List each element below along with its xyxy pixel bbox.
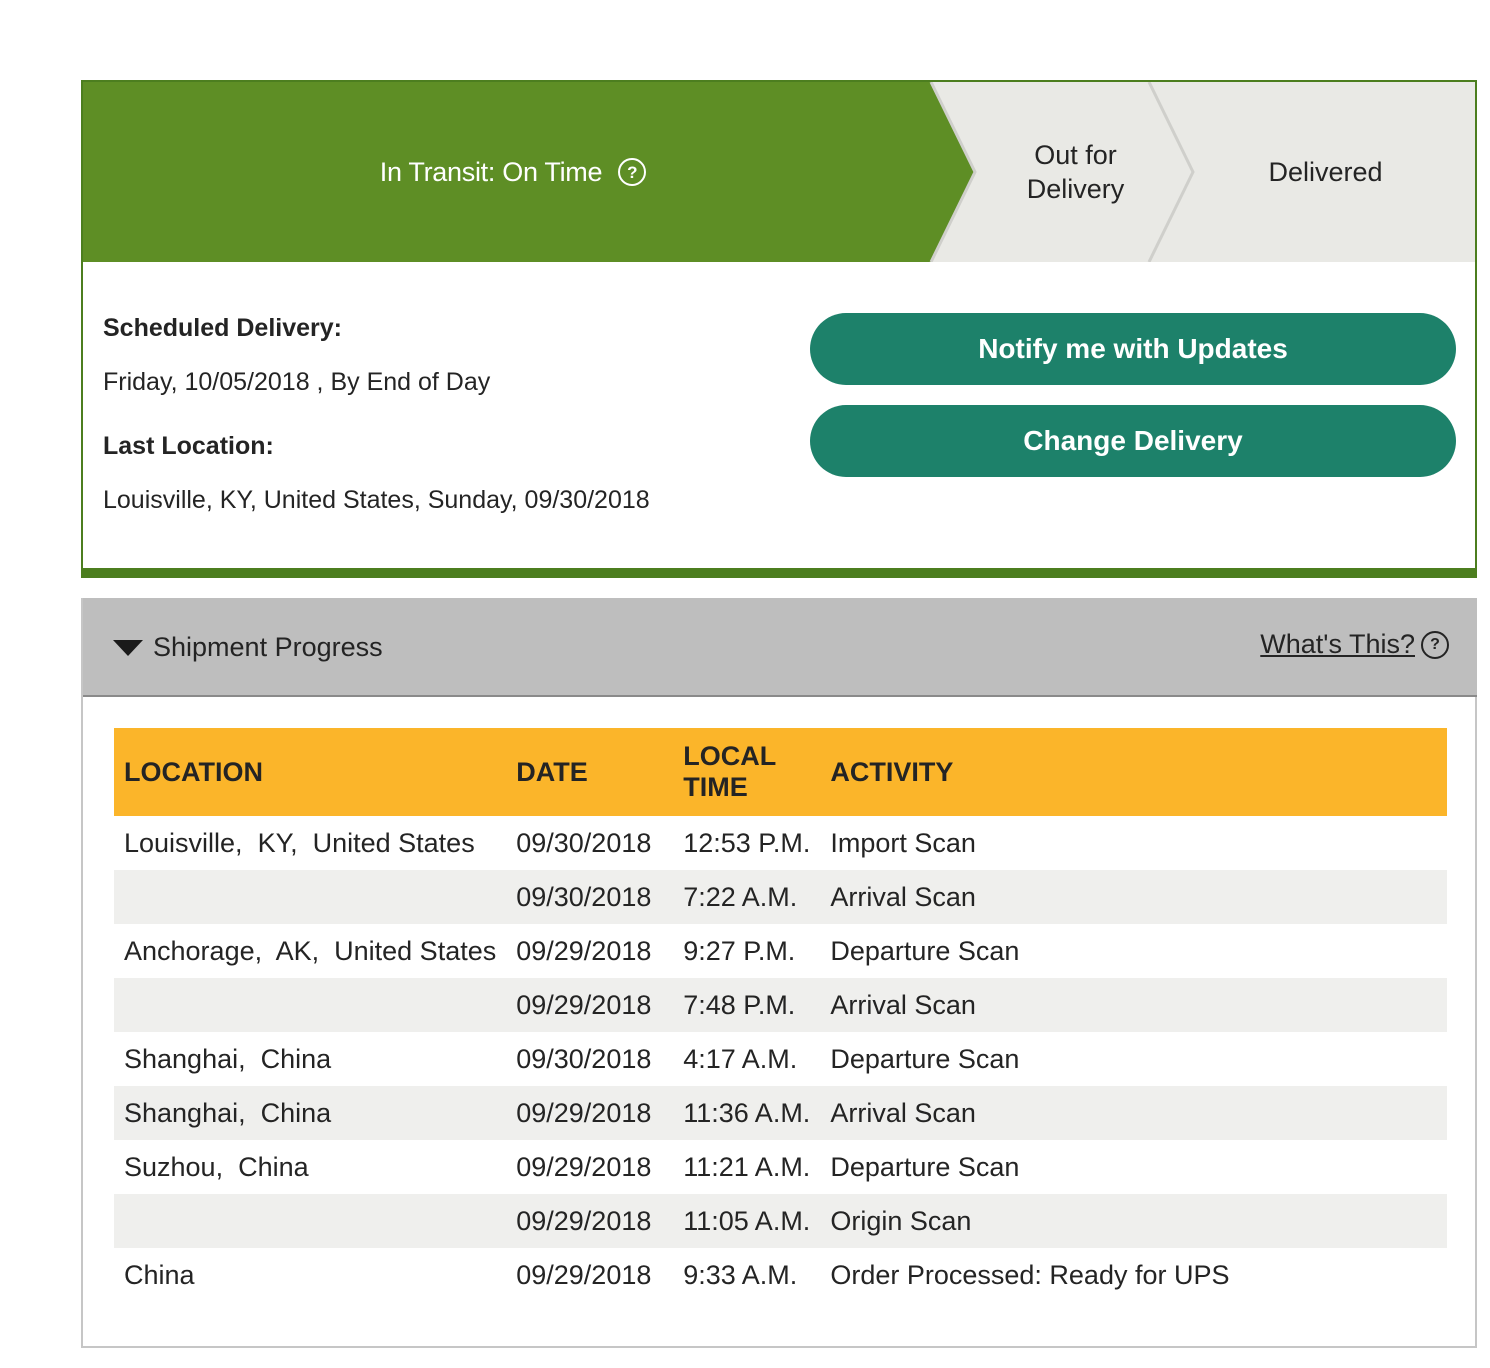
column-header-activity: ACTIVITY — [830, 756, 954, 787]
cell-date: 09/30/2018 — [516, 881, 652, 912]
last-location-value: Louisville, KY, United States, Sunday, 0… — [103, 486, 650, 514]
step-in-transit-label: In Transit: On Time — [379, 156, 603, 187]
shipment-activity-table: LOCATION DATE LOCAL TIME ACTIVITY Louisv… — [114, 728, 1447, 1302]
table-row: China 09/29/2018 9:33 A.M. Order Process… — [114, 1248, 1447, 1302]
cell-time: 11:05 A.M. — [683, 1205, 811, 1236]
column-header-date: DATE — [516, 756, 588, 787]
delivery-progress-bar: In Transit: On Time ? Out for Delivery D… — [83, 82, 1475, 262]
help-icon[interactable]: ? — [618, 158, 647, 186]
cell-activity: Departure Scan — [830, 935, 1020, 966]
cell-time: 7:48 P.M. — [683, 989, 796, 1020]
cell-activity: Origin Scan — [830, 1205, 972, 1236]
shipment-progress-title[interactable]: Shipment Progress — [153, 632, 383, 663]
table-row: Shanghai, China 09/29/2018 11:36 A.M. Ar… — [114, 1086, 1447, 1140]
cell-date: 09/29/2018 — [516, 1151, 652, 1182]
table-row: Louisville, KY, United States 09/30/2018… — [114, 816, 1447, 870]
step-out-for-delivery: Out for Delivery — [973, 82, 1178, 262]
whats-this-link[interactable]: What's This? — [1260, 629, 1415, 660]
cell-date: 09/29/2018 — [516, 1259, 652, 1290]
table-row: 09/29/2018 7:48 P.M. Arrival Scan — [114, 978, 1447, 1032]
cell-time: 9:33 A.M. — [683, 1259, 798, 1290]
scheduled-delivery-label: Scheduled Delivery: — [103, 314, 342, 342]
shipment-progress-panel: Shipment Progress What's This? ? LOCATIO… — [81, 598, 1477, 1348]
cell-location — [114, 978, 506, 1032]
cell-activity: Order Processed: Ready for UPS — [830, 1259, 1230, 1290]
column-header-local-time-line2: TIME — [683, 772, 748, 802]
cell-time: 4:17 A.M. — [683, 1043, 798, 1074]
help-icon[interactable]: ? — [1421, 630, 1449, 659]
column-header-local-time-line1: LOCAL — [683, 741, 777, 771]
cell-date: 09/30/2018 — [516, 827, 652, 858]
last-location-label: Last Location: — [103, 432, 274, 460]
change-delivery-button[interactable]: Change Delivery — [810, 405, 1456, 477]
cell-activity: Import Scan — [830, 827, 976, 858]
table-row: Shanghai, China 09/30/2018 4:17 A.M. Dep… — [114, 1032, 1447, 1086]
cell-date: 09/29/2018 — [516, 935, 652, 966]
shipment-progress-header[interactable]: Shipment Progress What's This? ? — [83, 598, 1477, 697]
cell-activity: Arrival Scan — [830, 989, 976, 1020]
cell-location: Shanghai, China — [124, 1097, 332, 1128]
cell-time: 7:22 A.M. — [683, 881, 798, 912]
table-row: 09/29/2018 11:05 A.M. Origin Scan — [114, 1194, 1447, 1248]
table-row: 09/30/2018 7:22 A.M. Arrival Scan — [114, 870, 1447, 924]
cell-activity: Arrival Scan — [830, 1097, 976, 1128]
cell-activity: Departure Scan — [830, 1151, 1020, 1182]
step-delivered: Delivered — [1218, 82, 1433, 262]
table-row: Anchorage, AK, United States 09/29/2018 … — [114, 924, 1447, 978]
cell-time: 9:27 P.M. — [683, 935, 796, 966]
scheduled-delivery-value: Friday, 10/05/2018 , By End of Day — [103, 368, 491, 396]
cell-date: 09/29/2018 — [516, 989, 652, 1020]
cell-activity: Arrival Scan — [830, 881, 976, 912]
cell-time: 11:21 A.M. — [683, 1151, 811, 1182]
cell-date: 09/29/2018 — [516, 1205, 652, 1236]
step-delivered-label: Delivered — [1268, 157, 1383, 187]
cell-location: Suzhou, China — [124, 1151, 309, 1182]
tracking-status-card: In Transit: On Time ? Out for Delivery D… — [81, 80, 1477, 578]
notify-updates-button[interactable]: Notify me with Updates — [810, 313, 1456, 385]
table-row: Suzhou, China 09/29/2018 11:21 A.M. Depa… — [114, 1140, 1447, 1194]
step-out-for-delivery-line1: Out for — [1034, 140, 1117, 170]
step-out-for-delivery-line2: Delivery — [1026, 174, 1125, 204]
column-header-location: LOCATION — [124, 756, 263, 787]
cell-time: 12:53 P.M. — [683, 827, 811, 858]
cell-location: Shanghai, China — [124, 1043, 332, 1074]
step-in-transit: In Transit: On Time ? — [83, 82, 943, 262]
whats-this[interactable]: What's This? ? — [1260, 629, 1449, 660]
cell-location: China — [124, 1259, 195, 1290]
table-header-row: LOCATION DATE LOCAL TIME ACTIVITY — [114, 728, 1447, 816]
cell-time: 11:36 A.M. — [683, 1097, 811, 1128]
cell-activity: Departure Scan — [830, 1043, 1020, 1074]
cell-location: Louisville, KY, United States — [124, 827, 475, 858]
cell-date: 09/30/2018 — [516, 1043, 652, 1074]
column-header-local-time: LOCAL TIME — [673, 728, 820, 816]
cell-location: Anchorage, AK, United States — [124, 935, 497, 966]
cell-date: 09/29/2018 — [516, 1097, 652, 1128]
cell-location — [114, 1194, 506, 1248]
caret-down-icon[interactable] — [113, 640, 143, 656]
cell-location — [114, 870, 506, 924]
